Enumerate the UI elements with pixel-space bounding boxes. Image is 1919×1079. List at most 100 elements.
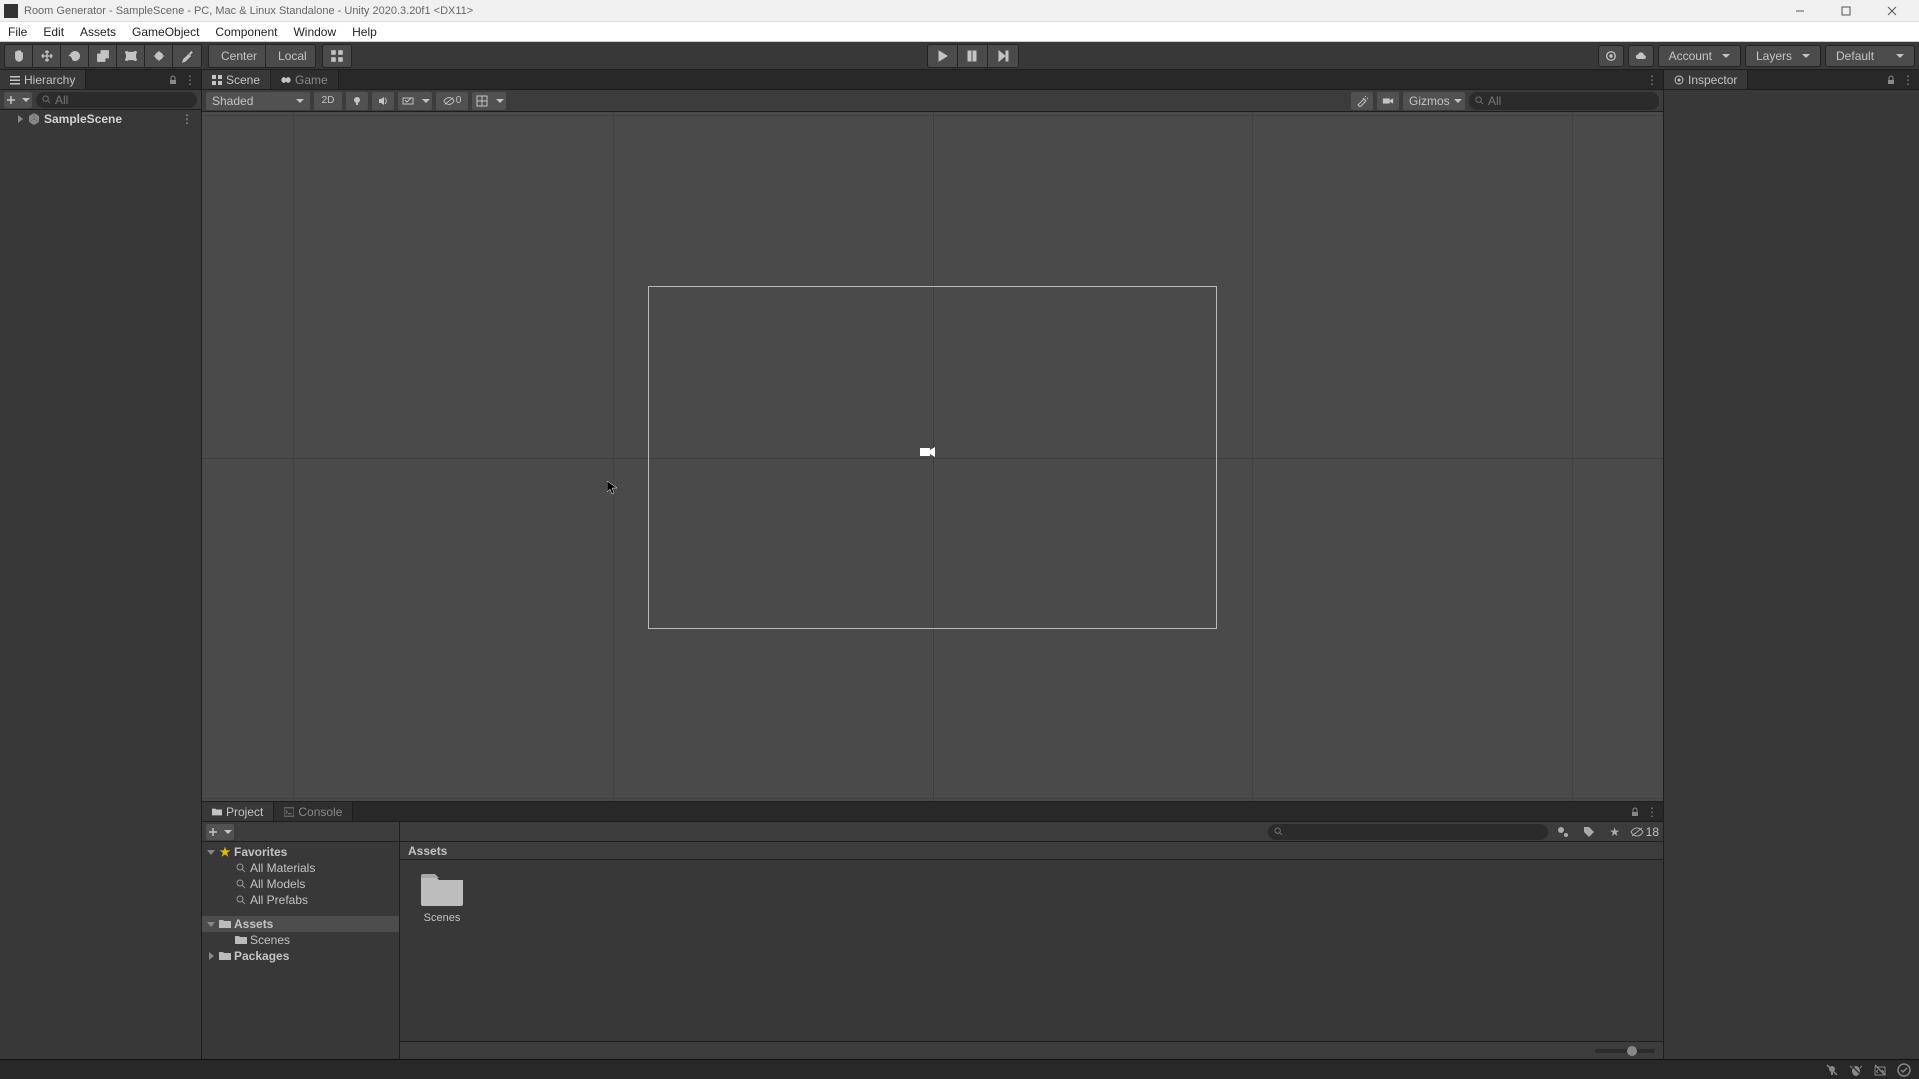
- asset-size-slider[interactable]: [1595, 1049, 1655, 1053]
- lock-icon[interactable]: [1886, 75, 1896, 85]
- scale-tool-button[interactable]: [89, 45, 117, 67]
- filter-by-label-button[interactable]: [1578, 824, 1600, 840]
- grid-dropdown[interactable]: [472, 92, 506, 110]
- maximize-button[interactable]: [1823, 0, 1869, 22]
- hierarchy-search[interactable]: All: [36, 92, 197, 108]
- collab-button[interactable]: [1598, 45, 1624, 67]
- folder-icon: [234, 933, 248, 947]
- draw-mode-dropdown[interactable]: Shaded: [206, 92, 310, 110]
- lighting-toggle[interactable]: [346, 92, 368, 110]
- rotate-tool-button[interactable]: [61, 45, 89, 67]
- panel-menu-button[interactable]: ⋮: [184, 73, 197, 87]
- gizmos-dropdown[interactable]: Gizmos: [1403, 92, 1465, 110]
- audio-toggle[interactable]: [372, 92, 394, 110]
- account-label: Account: [1669, 49, 1712, 63]
- hidden-packages-toggle[interactable]: 18: [1630, 825, 1659, 839]
- minimize-button[interactable]: [1777, 0, 1823, 22]
- inspector-icon: [1674, 75, 1684, 85]
- chevron-down-icon: [1454, 99, 1462, 103]
- cloud-button[interactable]: [1628, 45, 1654, 67]
- hierarchy-scene-item[interactable]: SampleScene ⋮: [0, 110, 201, 128]
- plus-icon: [208, 827, 218, 837]
- lock-icon[interactable]: [1630, 807, 1640, 817]
- tab-project[interactable]: Project: [202, 802, 274, 821]
- code-optimization-icon[interactable]: [1873, 1063, 1887, 1077]
- tab-console[interactable]: Console: [274, 802, 353, 821]
- scene-viewport[interactable]: [202, 112, 1663, 801]
- close-button[interactable]: [1869, 0, 1915, 22]
- filter-by-type-button[interactable]: [1552, 824, 1574, 840]
- foldout-icon[interactable]: [18, 115, 23, 123]
- menu-window[interactable]: Window: [285, 23, 344, 41]
- scene-search[interactable]: All: [1469, 92, 1659, 110]
- transform-tool-button[interactable]: [145, 45, 173, 67]
- search-icon: [1475, 96, 1484, 105]
- project-create-dropdown[interactable]: [206, 824, 234, 840]
- camera-button[interactable]: [1377, 92, 1399, 110]
- console-icon: [284, 807, 294, 817]
- panel-menu-button[interactable]: ⋮: [1646, 805, 1659, 819]
- folder-icon: [212, 807, 222, 817]
- menu-gameobject[interactable]: GameObject: [124, 23, 207, 41]
- mode-2d-toggle[interactable]: 2D: [314, 92, 342, 110]
- debug-mode-icon[interactable]: [1849, 1063, 1863, 1077]
- tab-scene-label: Scene: [226, 73, 260, 87]
- rect-tool-button[interactable]: [117, 45, 145, 67]
- menu-edit[interactable]: Edit: [35, 23, 72, 41]
- tab-inspector[interactable]: Inspector: [1664, 70, 1748, 89]
- lock-icon[interactable]: [168, 75, 178, 85]
- menu-assets[interactable]: Assets: [72, 23, 124, 41]
- tree-assets[interactable]: Assets: [202, 916, 399, 932]
- tree-scenes[interactable]: Scenes: [202, 932, 399, 948]
- auto-generate-lighting-icon[interactable]: [1825, 1063, 1839, 1077]
- custom-tool-button[interactable]: [173, 45, 201, 67]
- step-button[interactable]: [988, 45, 1018, 67]
- chevron-down-icon: [296, 99, 304, 103]
- grid-icon: [476, 95, 488, 107]
- activity-ok-icon[interactable]: [1897, 1063, 1911, 1077]
- save-search-button[interactable]: ★: [1604, 824, 1626, 840]
- create-dropdown[interactable]: [4, 92, 32, 108]
- gizmos-label: Gizmos: [1409, 94, 1450, 108]
- snap-button[interactable]: [323, 45, 351, 67]
- layout-label: Default: [1836, 49, 1874, 63]
- asset-item-scenes[interactable]: Scenes: [410, 870, 474, 924]
- panel-menu-button[interactable]: ⋮: [1646, 73, 1659, 87]
- layout-dropdown[interactable]: Default: [1825, 45, 1915, 67]
- tools-button[interactable]: [1351, 92, 1373, 110]
- layers-dropdown[interactable]: Layers: [1745, 45, 1821, 67]
- account-dropdown[interactable]: Account: [1658, 45, 1741, 67]
- wand-icon: [1356, 95, 1368, 107]
- scene-menu-button[interactable]: ⋮: [181, 112, 193, 126]
- fx-dropdown[interactable]: [398, 92, 432, 110]
- tab-project-label: Project: [226, 805, 263, 819]
- panel-menu-button[interactable]: ⋮: [1902, 73, 1915, 87]
- pause-button[interactable]: [958, 45, 988, 67]
- tab-hierarchy[interactable]: Hierarchy: [0, 70, 86, 89]
- hand-tool-button[interactable]: [5, 45, 33, 67]
- tree-all-materials[interactable]: All Materials: [202, 860, 399, 876]
- tree-favorites-label: Favorites: [234, 845, 287, 859]
- tree-all-prefabs[interactable]: All Prefabs: [202, 892, 399, 908]
- menu-help[interactable]: Help: [344, 23, 385, 41]
- camera-gizmo-icon: [919, 445, 937, 459]
- tab-scene[interactable]: Scene: [202, 70, 271, 89]
- collab-icon: [1605, 50, 1617, 62]
- folder-icon: [419, 870, 465, 908]
- project-breadcrumb[interactable]: Assets: [400, 842, 1663, 860]
- tree-packages[interactable]: Packages: [202, 948, 399, 964]
- tree-favorites[interactable]: ★ Favorites: [202, 844, 399, 860]
- move-tool-button[interactable]: [33, 45, 61, 67]
- menu-component[interactable]: Component: [207, 23, 285, 41]
- cloud-icon: [1635, 50, 1647, 62]
- hierarchy-icon: [10, 75, 20, 85]
- scene-name-label: SampleScene: [44, 112, 122, 126]
- play-button[interactable]: [928, 45, 958, 67]
- handle-rotation-button[interactable]: Local: [266, 45, 315, 67]
- hidden-layers-button[interactable]: 0: [436, 92, 468, 110]
- tree-all-models[interactable]: All Models: [202, 876, 399, 892]
- project-search[interactable]: [1268, 824, 1548, 840]
- tab-game[interactable]: Game: [271, 70, 339, 89]
- menu-file[interactable]: File: [4, 23, 35, 41]
- pivot-mode-button[interactable]: Center: [209, 45, 266, 67]
